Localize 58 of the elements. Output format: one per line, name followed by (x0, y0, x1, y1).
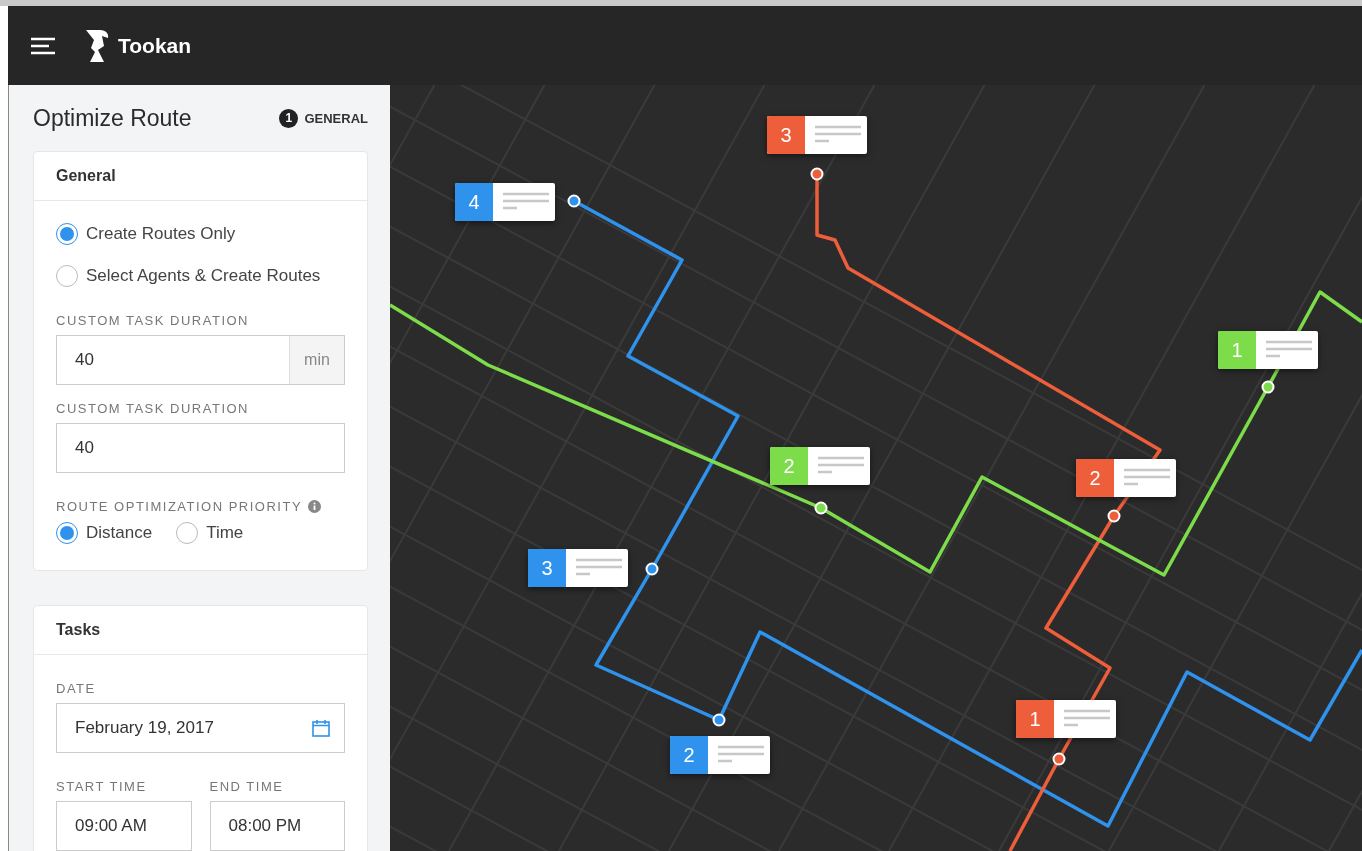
menu-icon[interactable] (30, 36, 56, 55)
page-title: Optimize Route (33, 104, 192, 132)
text-lines-icon (815, 125, 861, 145)
text-lines-icon (1064, 709, 1110, 729)
radio-option[interactable]: Select Agents & Create Routes (56, 255, 345, 297)
card-heading: General (34, 152, 367, 201)
stop-number: 2 (1076, 459, 1114, 497)
radio-label: Select Agents & Create Routes (86, 266, 321, 286)
text-lines-icon (503, 192, 549, 212)
field-label: START TIME (56, 779, 148, 794)
stop-number: 1 (1218, 331, 1256, 369)
field-label: END TIME (209, 779, 285, 794)
stop-number: 4 (455, 183, 493, 221)
duration-field[interactable]: 40 min (56, 335, 345, 385)
field-label: ROUTE OPTIMIZATION PRIORITY (56, 499, 303, 514)
stop-dot[interactable] (645, 562, 659, 576)
text-lines-icon (718, 745, 764, 765)
text-lines-icon (818, 456, 864, 476)
radio-option[interactable]: Distance (56, 518, 153, 548)
stop-number: 1 (1016, 700, 1054, 738)
step-label: GENERAL (304, 110, 368, 126)
radio-unselected[interactable] (176, 522, 199, 544)
radio-selected[interactable] (56, 223, 78, 245)
unit-label: min (289, 336, 344, 384)
field-label: CUSTOM TASK DURATION (56, 401, 250, 416)
field-label: CUSTOM TASK DURATION (56, 313, 250, 328)
stop-dot[interactable] (1261, 380, 1275, 394)
radio-label: Distance (86, 523, 153, 543)
stop-number: 2 (770, 447, 808, 485)
text-lines-icon (1124, 468, 1170, 488)
text-lines-icon (576, 558, 622, 578)
stop-number: 3 (528, 549, 566, 587)
stop-dot[interactable] (814, 501, 828, 515)
duration-field[interactable]: 40 (56, 423, 345, 473)
radio-option[interactable]: Time (176, 518, 244, 548)
stop-dot[interactable] (712, 713, 726, 727)
stop-dot[interactable] (1107, 509, 1121, 523)
brand-name: Tookan (118, 33, 192, 58)
radio-label: Create Routes Only (86, 224, 236, 244)
card-heading: Tasks (34, 606, 367, 655)
stop-dot[interactable] (810, 167, 824, 181)
radio-label: Time (206, 523, 244, 543)
info-icon[interactable] (308, 500, 322, 513)
field-label: DATE (56, 681, 97, 696)
stop-dot[interactable] (1052, 752, 1066, 766)
time-field[interactable]: 08:00 PM (209, 801, 345, 851)
stop-number: 3 (767, 116, 805, 154)
radio-unselected[interactable] (56, 265, 78, 287)
stop-dot[interactable] (567, 194, 581, 208)
date-field[interactable]: February 19, 2017 (56, 703, 345, 753)
stop-number: 2 (670, 736, 708, 774)
step-number: 1 (279, 108, 299, 128)
calendar-icon[interactable] (312, 719, 330, 737)
radio-selected[interactable] (56, 522, 78, 544)
radio-option[interactable]: Create Routes Only (56, 213, 345, 255)
time-field[interactable]: 09:00 AM (56, 801, 192, 851)
logo-icon (84, 27, 110, 64)
text-lines-icon (1266, 340, 1312, 360)
